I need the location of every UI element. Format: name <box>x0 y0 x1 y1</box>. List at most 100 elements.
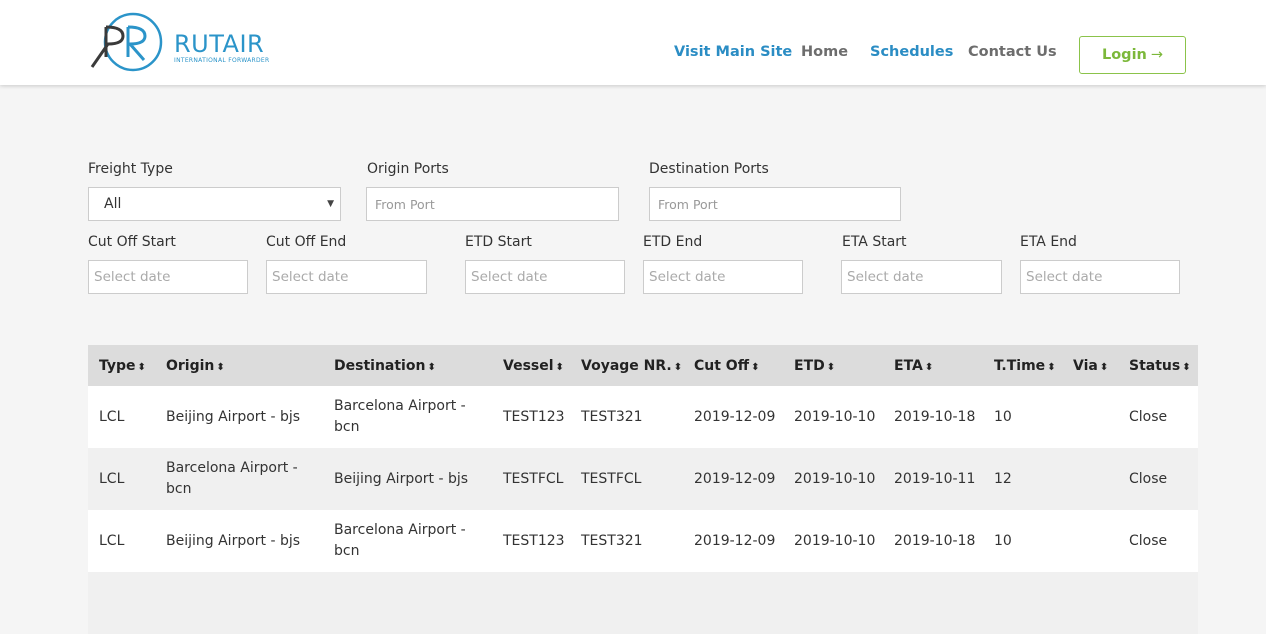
origin-ports-input[interactable]: From Port <box>366 187 619 221</box>
cell-vessel: TEST123 <box>503 408 565 425</box>
sort-icon: ⬍ <box>826 361 836 373</box>
cell-type: LCL <box>99 408 125 425</box>
cell-eta: 2019-10-18 <box>894 408 976 425</box>
cell-type: LCL <box>99 532 125 549</box>
cell-transit-time <box>983 572 1062 634</box>
cell-cut-off: 2019-12-09 <box>694 532 776 549</box>
cell-origin <box>155 572 323 634</box>
cell-destination: Barcelona Airport - bcn <box>334 398 466 435</box>
cell-vessel: TESTFCL <box>503 470 564 487</box>
cell-destination: Beijing Airport - bjs <box>334 470 469 487</box>
login-label: Login <box>1101 47 1147 63</box>
etd-end-label: ETD End <box>643 234 703 250</box>
cell-via <box>1062 386 1118 448</box>
cell-origin: Barcelona Airport - bcn <box>166 460 298 497</box>
sort-icon: ⬍ <box>751 361 760 373</box>
nav-visit-main-site[interactable]: Visit Main Site <box>674 44 792 60</box>
column-header-type[interactable]: Type ⬍ <box>88 345 155 386</box>
cell-type: LCL <box>99 470 125 487</box>
sort-icon: ⬍ <box>924 361 934 373</box>
nav-contact-us[interactable]: Contact Us <box>968 44 1057 60</box>
login-button[interactable]: Login → <box>1079 36 1186 74</box>
nav-schedules[interactable]: Schedules <box>870 44 953 60</box>
cell-cut-off <box>683 572 783 634</box>
eta-start-label: ETA Start <box>842 234 907 250</box>
cell-via <box>1062 510 1118 572</box>
cell-voyage-nr: TEST321 <box>581 532 643 549</box>
cell-etd: 2019-10-10 <box>794 532 876 549</box>
freight-type-value: All <box>104 196 122 212</box>
column-header-cut-off[interactable]: Cut Off ⬍ <box>683 345 783 386</box>
eta-end-label: ETA End <box>1020 234 1077 250</box>
cell-status: Close <box>1129 470 1168 487</box>
cell-vessel: TEST123 <box>503 532 565 549</box>
column-header-etd[interactable]: ETD ⬍ <box>783 345 883 386</box>
cell-cut-off: 2019-12-09 <box>694 470 776 487</box>
cell-eta: 2019-10-18 <box>894 532 976 549</box>
column-header-destination[interactable]: Destination ⬍ <box>323 345 492 386</box>
schedules-table-wrapper: Type ⬍ Origin ⬍ Destination ⬍ Vessel ⬍ Voyag… <box>88 345 1198 634</box>
cell-etd: 2019-10-10 <box>794 470 876 487</box>
cell-destination: Barcelona Airport - bcn <box>334 522 466 559</box>
cell-destination <box>323 572 492 634</box>
cut-off-start-input[interactable]: Select date <box>88 260 248 294</box>
cut-off-end-label: Cut Off End <box>266 234 347 250</box>
cell-cut-off: 2019-12-09 <box>694 408 776 425</box>
table-row[interactable]: LCL Beijing Airport - bjs Barcelona Airp… <box>88 386 1198 448</box>
column-header-via[interactable]: Via ⬍ <box>1062 345 1118 386</box>
etd-start-label: ETD Start <box>465 234 532 250</box>
etd-end-input[interactable]: Select date <box>643 260 803 294</box>
column-header-origin[interactable]: Origin ⬍ <box>155 345 323 386</box>
sort-icon: ⬍ <box>1182 361 1191 373</box>
sort-icon: ⬍ <box>555 361 564 373</box>
cut-off-end-input[interactable]: Select date <box>266 260 427 294</box>
sort-icon: ⬍ <box>1047 361 1056 373</box>
cell-transit-time: 12 <box>994 470 1012 487</box>
origin-ports-label: Origin Ports <box>367 161 449 177</box>
cell-via <box>1062 448 1118 510</box>
freight-type-label: Freight Type <box>88 161 173 177</box>
cell-status <box>1118 572 1198 634</box>
cell-voyage-nr: TESTFCL <box>581 470 642 487</box>
cell-vessel <box>492 572 570 634</box>
table-row[interactable] <box>88 572 1198 634</box>
cell-transit-time: 10 <box>994 408 1012 425</box>
eta-start-input[interactable]: Select date <box>841 260 1002 294</box>
etd-start-input[interactable]: Select date <box>465 260 625 294</box>
cell-transit-time: 10 <box>994 532 1012 549</box>
sort-icon: ⬍ <box>427 361 436 373</box>
sort-icon: ⬍ <box>673 361 683 373</box>
table-header-row: Type ⬍ Origin ⬍ Destination ⬍ Vessel ⬍ Voyag… <box>88 345 1198 386</box>
destination-ports-label: Destination Ports <box>649 161 769 177</box>
column-header-status[interactable]: Status ⬍ <box>1118 345 1198 386</box>
brand-name: RUTAIR <box>174 30 265 58</box>
sort-icon: ⬍ <box>216 361 225 373</box>
cell-origin: Beijing Airport - bjs <box>166 408 301 425</box>
column-header-eta[interactable]: ETA ⬍ <box>883 345 983 386</box>
column-header-transit-time[interactable]: T.Time ⬍ <box>983 345 1062 386</box>
cell-type <box>88 572 155 634</box>
nav-home[interactable]: Home <box>801 44 848 60</box>
cell-via <box>1062 572 1118 634</box>
schedules-table: Type ⬍ Origin ⬍ Destination ⬍ Vessel ⬍ Voyag… <box>88 345 1198 634</box>
cell-eta: 2019-10-11 <box>894 470 976 487</box>
destination-ports-input[interactable]: From Port <box>649 187 901 221</box>
cell-voyage-nr <box>570 572 683 634</box>
site-header: RUTAIR INTERNATIONAL FORWARDER Visit Mai… <box>0 0 1266 85</box>
freight-type-select[interactable]: All ▼ <box>88 187 341 221</box>
logo-mark-icon <box>90 12 163 72</box>
sort-icon: ⬍ <box>137 361 146 373</box>
table-row[interactable]: LCL Barcelona Airport - bcn Beijing Airp… <box>88 448 1198 510</box>
column-header-voyage-nr[interactable]: Voyage NR. ⬍ <box>570 345 683 386</box>
brand-logo[interactable]: RUTAIR INTERNATIONAL FORWARDER <box>88 12 288 72</box>
brand-tagline: INTERNATIONAL FORWARDER <box>174 57 270 64</box>
cell-etd <box>783 572 883 634</box>
column-header-vessel[interactable]: Vessel ⬍ <box>492 345 570 386</box>
cell-status: Close <box>1129 532 1168 549</box>
cell-etd: 2019-10-10 <box>794 408 876 425</box>
eta-end-input[interactable]: Select date <box>1020 260 1180 294</box>
caret-down-icon: ▼ <box>327 199 334 209</box>
cell-eta <box>883 572 983 634</box>
cell-voyage-nr: TEST321 <box>581 408 643 425</box>
table-row[interactable]: LCL Beijing Airport - bjs Barcelona Airp… <box>88 510 1198 572</box>
